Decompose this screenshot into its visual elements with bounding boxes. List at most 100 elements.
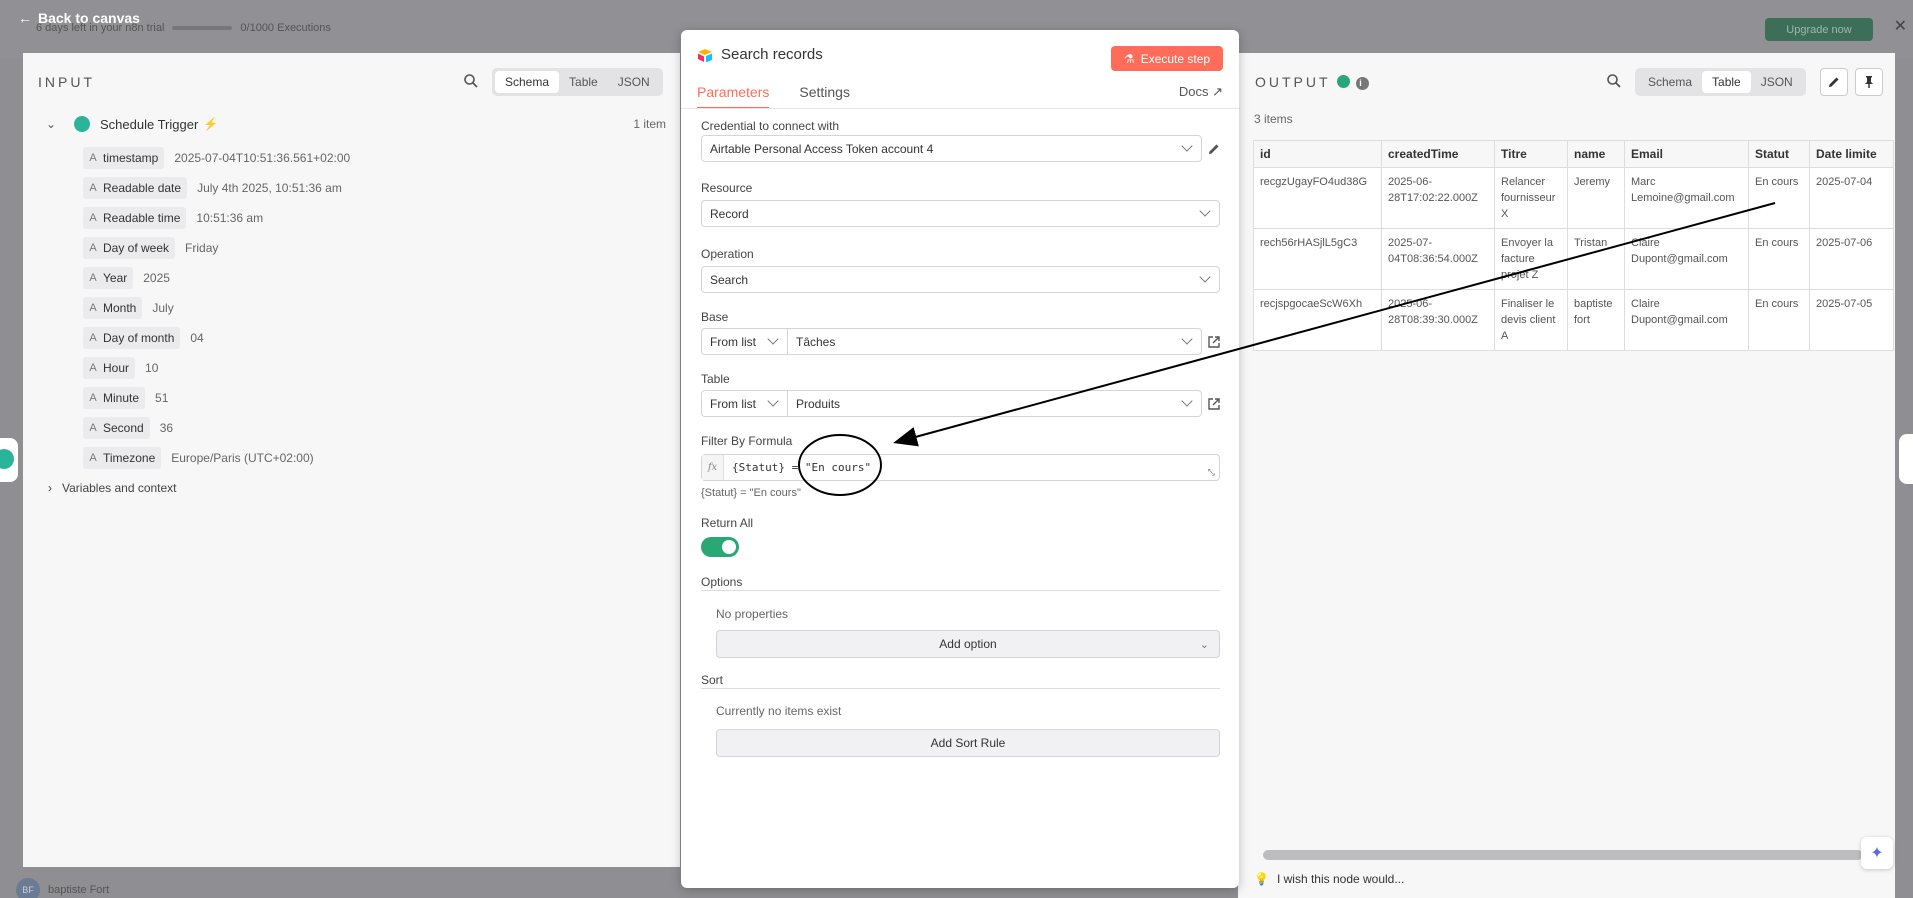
- column-header[interactable]: Date limite: [1809, 140, 1894, 168]
- table-cell[interactable]: En cours: [1748, 228, 1810, 290]
- schema-field-timezone[interactable]: A Timezone Europe/Paris (UTC+02:00): [83, 447, 314, 469]
- table-cell[interactable]: 2025-07-04: [1809, 167, 1894, 229]
- feedback-prompt[interactable]: 💡 I wish this node would...: [1254, 872, 1404, 886]
- string-type-icon: A: [89, 272, 97, 284]
- output-view-table[interactable]: Table: [1702, 71, 1751, 93]
- return-all-toggle[interactable]: [701, 537, 739, 557]
- table-cell[interactable]: recgzUgayFO4ud38G: [1253, 167, 1382, 229]
- expand-icon[interactable]: ⤡: [1208, 468, 1215, 478]
- table-cell[interactable]: recjspgocaeScW6Xh: [1253, 289, 1382, 351]
- tab-parameters[interactable]: Parameters: [697, 84, 770, 109]
- schema-field-minute[interactable]: A Minute 51: [83, 387, 168, 409]
- close-icon[interactable]: ✕: [1894, 16, 1907, 36]
- scrollbar-thumb[interactable]: [1263, 850, 1863, 860]
- table-cell[interactable]: Marc Lemoine@gmail.com: [1624, 167, 1749, 229]
- add-sort-rule-button[interactable]: Add Sort Rule: [716, 729, 1220, 757]
- schema-field-second[interactable]: A Second 36: [83, 417, 173, 439]
- input-view-schema[interactable]: Schema: [495, 71, 560, 93]
- trigger-name: Schedule Trigger: [100, 116, 199, 132]
- schema-field-readable-date[interactable]: A Readable date July 4th 2025, 10:51:36 am: [83, 177, 342, 199]
- table-cell[interactable]: Claire Dupont@gmail.com: [1624, 228, 1749, 290]
- toggle-knob: [722, 540, 736, 554]
- field-key: Day of week: [103, 241, 170, 255]
- column-header[interactable]: Statut: [1748, 140, 1810, 168]
- column-header[interactable]: id: [1253, 140, 1382, 168]
- add-option-button[interactable]: Add option ⌄: [716, 630, 1220, 658]
- chevron-right-icon: ›: [48, 481, 52, 495]
- table-cell[interactable]: Claire Dupont@gmail.com: [1624, 289, 1749, 351]
- executions-bar: [172, 26, 233, 30]
- column-header[interactable]: Email: [1624, 140, 1749, 168]
- table-cell[interactable]: Envoyer la facture projet Z: [1494, 228, 1568, 290]
- output-view-json[interactable]: JSON: [1751, 71, 1803, 93]
- table-cell[interactable]: Jeremy: [1567, 167, 1625, 229]
- table-cell[interactable]: rech56rHASjlL5gC3: [1253, 228, 1382, 290]
- output-view-schema[interactable]: Schema: [1638, 71, 1702, 93]
- schema-field-year[interactable]: A Year 2025: [83, 267, 170, 289]
- trigger-tree-root[interactable]: ⌄ Schedule Trigger ⚡ 1 item: [46, 113, 666, 135]
- tab-settings[interactable]: Settings: [799, 84, 850, 109]
- field-key: Minute: [103, 391, 140, 405]
- table-cell[interactable]: Relancer fournisseur X: [1494, 167, 1568, 229]
- docs-link[interactable]: Docs ↗: [1179, 84, 1223, 100]
- upgrade-button: Upgrade now: [1765, 18, 1873, 41]
- field-key: timestamp: [103, 151, 159, 165]
- search-icon[interactable]: [463, 73, 479, 89]
- column-header[interactable]: name: [1567, 140, 1625, 168]
- resource-select[interactable]: Record: [701, 200, 1220, 227]
- schema-field-day-of-month[interactable]: A Day of month 04: [83, 327, 204, 349]
- external-link-icon[interactable]: [1207, 397, 1221, 411]
- base-mode-select[interactable]: From list: [701, 328, 788, 355]
- execute-step-button[interactable]: ⚗ Execute step: [1111, 46, 1223, 71]
- column-header[interactable]: Titre: [1494, 140, 1568, 168]
- table-mode-select[interactable]: From list: [701, 390, 788, 417]
- chevron-down-icon: [1199, 205, 1211, 217]
- table-cell[interactable]: 2025-07-04T08:36:54.000Z: [1381, 228, 1495, 290]
- table-row: recgzUgayFO4ud38G 2025-06-28T17:02:22.00…: [1253, 167, 1894, 229]
- credential-label: Credential to connect with: [701, 119, 840, 133]
- string-type-icon: A: [89, 452, 97, 464]
- search-icon[interactable]: [1606, 73, 1622, 89]
- left-drag-handle[interactable]: [0, 438, 18, 482]
- table-select[interactable]: Produits: [787, 390, 1202, 417]
- upgrade-label: Upgrade now: [1786, 23, 1852, 36]
- table-cell[interactable]: Tristan: [1567, 228, 1625, 290]
- base-select[interactable]: Tâches: [787, 328, 1202, 355]
- horizontal-scrollbar[interactable]: [1253, 850, 1883, 860]
- operation-select[interactable]: Search: [701, 266, 1220, 293]
- schema-field-timestamp[interactable]: Atimestamp 2025-07-04T10:51:36.561+02:00: [83, 147, 350, 169]
- input-view-json[interactable]: JSON: [608, 71, 660, 93]
- table-cell[interactable]: 2025-06-28T08:39:30.000Z: [1381, 289, 1495, 351]
- filter-formula-input[interactable]: fx {Statut} = "En cours" ⤡: [701, 454, 1220, 481]
- schema-field-hour[interactable]: A Hour 10: [83, 357, 158, 379]
- table-cell[interactable]: baptiste fort: [1567, 289, 1625, 351]
- airtable-logo-icon: [698, 48, 712, 62]
- field-key: Timezone: [103, 451, 156, 465]
- external-link-icon[interactable]: [1207, 335, 1221, 349]
- schema-field-day-of-week[interactable]: A Day of week Friday: [83, 237, 218, 259]
- table-cell[interactable]: 2025-07-05: [1809, 289, 1894, 351]
- schema-field-month[interactable]: A Month July: [83, 297, 174, 319]
- table-cell[interactable]: 2025-06-28T17:02:22.000Z: [1381, 167, 1495, 229]
- pin-output-button[interactable]: [1855, 68, 1883, 96]
- table-cell[interactable]: En cours: [1748, 289, 1810, 351]
- edit-output-button[interactable]: [1820, 68, 1848, 96]
- chevron-down-icon[interactable]: ⌄: [46, 117, 62, 131]
- table-cell[interactable]: Finaliser le devis client A: [1494, 289, 1568, 351]
- info-icon[interactable]: i: [1355, 76, 1369, 90]
- ai-assistant-button[interactable]: ✦: [1861, 837, 1893, 869]
- right-drag-handle[interactable]: [1899, 434, 1913, 484]
- table-cell[interactable]: 2025-07-06: [1809, 228, 1894, 290]
- variables-context-toggle[interactable]: › Variables and context: [48, 481, 177, 495]
- pencil-icon: [1829, 77, 1839, 87]
- table-cell[interactable]: En cours: [1748, 167, 1810, 229]
- credential-select[interactable]: Airtable Personal Access Token account 4: [701, 135, 1202, 162]
- input-view-table[interactable]: Table: [559, 71, 608, 93]
- back-to-canvas-link[interactable]: ← Back to canvas: [18, 10, 140, 26]
- docs-label: Docs: [1178, 84, 1209, 99]
- field-value: 10:51:36 am: [196, 211, 264, 225]
- column-header[interactable]: createdTime: [1381, 140, 1495, 168]
- schema-field-readable-time[interactable]: A Readable time 10:51:36 am: [83, 207, 263, 229]
- pencil-icon[interactable]: [1207, 142, 1221, 156]
- sparkle-icon: ✦: [1870, 845, 1884, 862]
